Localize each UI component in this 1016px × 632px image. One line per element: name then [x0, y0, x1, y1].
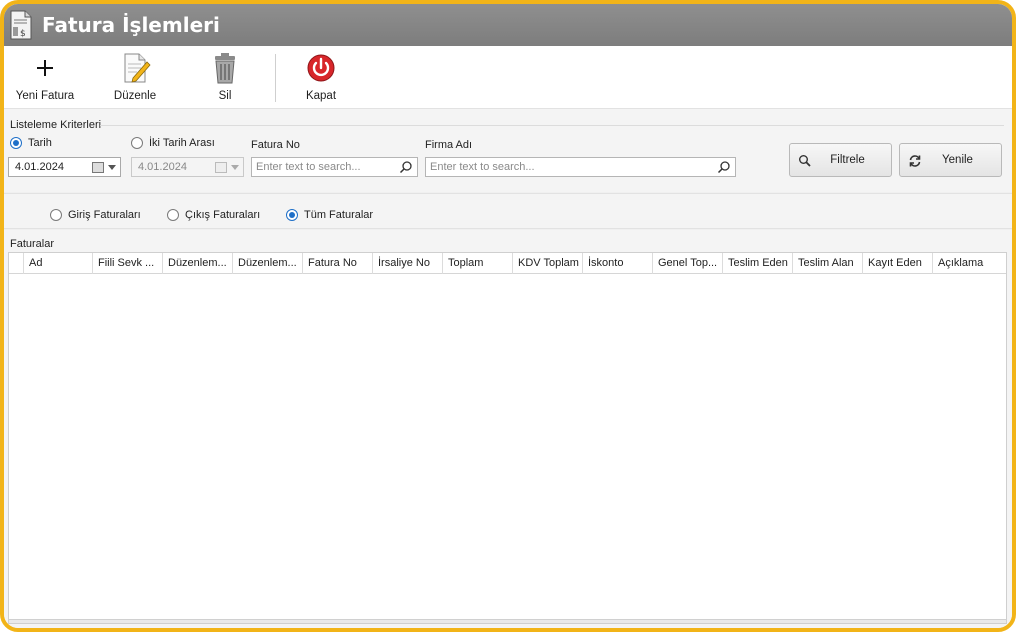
column-header[interactable]: Düzenlem... [163, 253, 233, 274]
date-picker-value: 4.01.2024 [15, 161, 64, 173]
column-header[interactable]: İskonto [583, 253, 653, 274]
grid-header: Ad Fiili Sevk ... Düzenlem... Düzenlem..… [9, 253, 1006, 274]
invoice-no-input[interactable] [252, 161, 399, 173]
column-header[interactable]: Genel Top... [653, 253, 723, 274]
invoices-group-title: Faturalar [10, 238, 55, 250]
invoices-grid[interactable]: Ad Fiili Sevk ... Düzenlem... Düzenlem..… [8, 252, 1007, 624]
power-icon [307, 54, 335, 82]
column-header[interactable]: Toplam [443, 253, 513, 274]
radio-outgoing-label: Çıkış Faturaları [185, 209, 261, 221]
calendar-icon [92, 161, 104, 173]
column-header[interactable]: İrsaliye No [373, 253, 443, 274]
column-header[interactable]: Ad [24, 253, 93, 274]
radio-outgoing-invoices[interactable]: Çıkış Faturaları [167, 209, 260, 221]
radio-date-range[interactable]: İki Tarih Arası [131, 137, 215, 149]
listing-criteria-group: Listeleme Kriterleri Tarih İki Tarih Ara… [4, 108, 1012, 192]
radio-all-label: Tüm Faturalar [304, 209, 374, 221]
invoices-group: Faturalar Ad Fiili Sevk ... Düzenlem... … [4, 230, 1012, 628]
criteria-group-title: Listeleme Kriterleri [10, 119, 102, 131]
invoice-type-filter: Giriş Faturaları Çıkış Faturaları Tüm Fa… [4, 193, 1012, 229]
new-invoice-label: Yeni Fatura [15, 90, 75, 102]
delete-button[interactable]: Sil [185, 52, 265, 102]
radio-incoming-label: Giriş Faturaları [68, 209, 141, 221]
column-header[interactable]: Teslim Eden [723, 253, 793, 274]
column-header[interactable]: Fatura No [303, 253, 373, 274]
filter-button[interactable]: Filtrele [789, 143, 892, 177]
window-frame: $ Fatura İşlemleri Yeni Fatura Düzenle S… [0, 0, 1016, 632]
refresh-button[interactable]: Yenile [899, 143, 1002, 177]
radio-date-indicator [10, 137, 22, 149]
chevron-down-icon[interactable] [231, 164, 239, 170]
criteria-group-line [100, 125, 1004, 126]
edit-button[interactable]: Düzenle [95, 52, 175, 102]
toolbar-separator [275, 54, 276, 102]
radio-all-invoices[interactable]: Tüm Faturalar [286, 209, 373, 221]
chevron-down-icon[interactable] [108, 164, 116, 170]
radio-all-indicator [286, 209, 298, 221]
close-button[interactable]: Kapat [281, 52, 361, 102]
search-icon [799, 155, 811, 167]
edit-label: Düzenle [113, 90, 157, 102]
column-header[interactable]: Açıklama [933, 253, 998, 274]
radio-date-label: Tarih [28, 137, 52, 149]
column-header[interactable]: Düzenlem... [233, 253, 303, 274]
toolbar: Yeni Fatura Düzenle Sil Kapat [4, 46, 1012, 108]
radio-date-range-indicator [131, 137, 143, 149]
edit-document-icon [124, 53, 151, 83]
invoice-no-search[interactable] [251, 157, 418, 177]
date-picker[interactable]: 4.01.2024 [8, 157, 121, 177]
new-invoice-button[interactable]: Yeni Fatura [5, 52, 85, 102]
search-icon[interactable] [399, 160, 413, 174]
range-date-picker[interactable]: 4.01.2024 [131, 157, 244, 177]
horizontal-scrollbar[interactable] [9, 619, 1006, 623]
svg-text:$: $ [20, 29, 26, 39]
row-indicator-header [9, 253, 24, 274]
invoice-document-icon: $ [10, 10, 32, 40]
invoice-no-label: Fatura No [251, 139, 300, 151]
column-header[interactable]: Teslim Alan [793, 253, 863, 274]
range-date-picker-value: 4.01.2024 [138, 161, 187, 173]
window-title: Fatura İşlemleri [42, 13, 220, 37]
trash-icon [215, 53, 235, 84]
radio-date[interactable]: Tarih [10, 137, 52, 149]
search-icon[interactable] [717, 160, 731, 174]
company-name-label: Firma Adı [425, 139, 473, 151]
column-header[interactable]: KDV Toplam [513, 253, 583, 274]
column-header[interactable]: Fiili Sevk ... [93, 253, 163, 274]
refresh-icon [909, 155, 921, 167]
company-name-input[interactable] [426, 161, 717, 173]
plus-icon [37, 60, 53, 76]
column-header[interactable]: Kayıt Eden [863, 253, 933, 274]
company-name-search[interactable] [425, 157, 736, 177]
radio-outgoing-indicator [167, 209, 179, 221]
radio-date-range-label: İki Tarih Arası [149, 137, 215, 149]
radio-incoming-invoices[interactable]: Giriş Faturaları [50, 209, 141, 221]
close-label: Kapat [305, 90, 337, 102]
delete-label: Sil [218, 90, 232, 102]
title-bar: $ Fatura İşlemleri [4, 4, 1012, 46]
radio-incoming-indicator [50, 209, 62, 221]
calendar-icon [215, 161, 227, 173]
